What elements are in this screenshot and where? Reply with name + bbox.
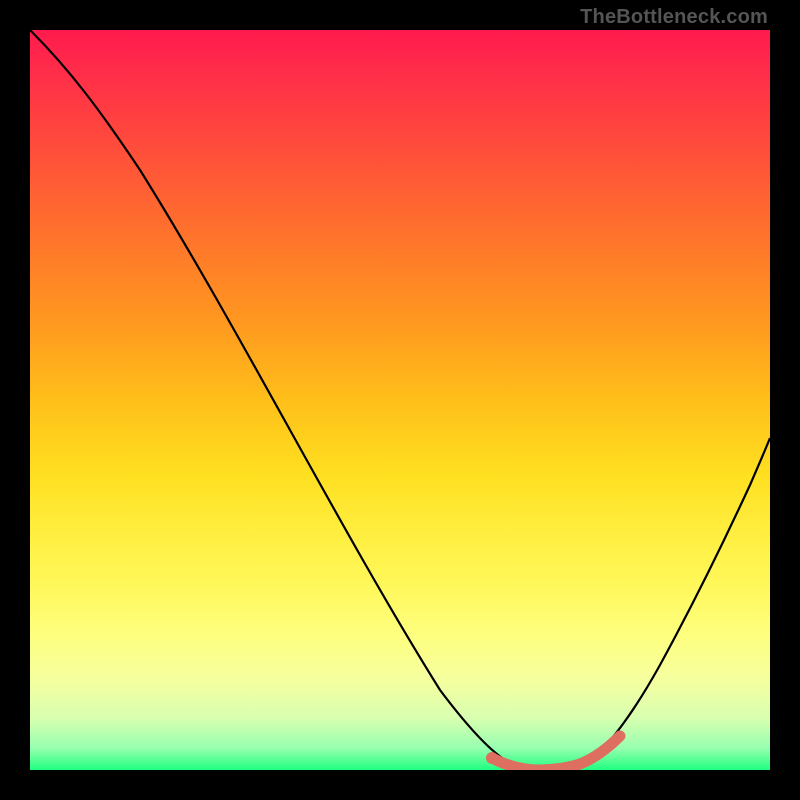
chart-svg — [30, 30, 770, 770]
optimal-range-highlight — [492, 736, 620, 770]
chart-container: TheBottleneck.com — [0, 0, 800, 800]
watermark-text: TheBottleneck.com — [580, 6, 768, 29]
bottleneck-curve — [30, 30, 770, 770]
plot-area — [30, 30, 770, 770]
